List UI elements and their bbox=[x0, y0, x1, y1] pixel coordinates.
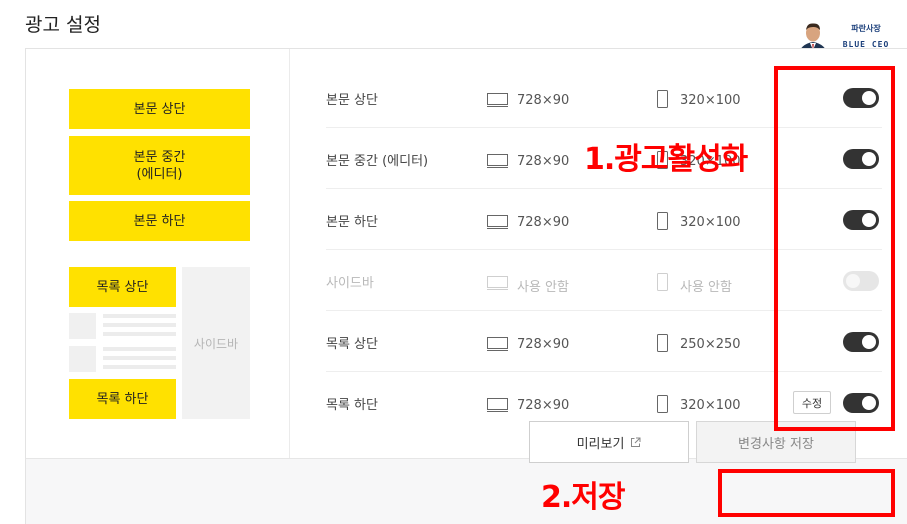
mobile-icon bbox=[657, 334, 668, 352]
mobile-icon bbox=[657, 395, 668, 413]
desktop-icon bbox=[487, 154, 508, 168]
mobile-icon bbox=[657, 90, 668, 108]
ad-placement-preview: 본문 상단 본문 중간 (에디터) 본문 하단 목록 상단 목록 하단 사이드바 bbox=[26, 49, 290, 458]
ad-row-name: 본문 중간 (에디터) bbox=[326, 154, 429, 169]
list-line bbox=[103, 365, 176, 369]
page-title: 광고 설정 bbox=[25, 14, 101, 36]
ad-row-name: 목록 상단 bbox=[326, 337, 378, 352]
desktop-icon bbox=[487, 93, 508, 107]
preview-body-middle[interactable]: 본문 중간 (에디터) bbox=[69, 136, 250, 195]
preview-button-label: 미리보기 bbox=[576, 436, 625, 452]
ad-row-name: 목록 하단 bbox=[326, 398, 378, 413]
annotation-highlight-toggles bbox=[774, 66, 895, 431]
list-line bbox=[103, 332, 176, 336]
external-link-icon bbox=[631, 437, 641, 447]
desktop-size: 728×90 bbox=[517, 337, 570, 352]
desktop-icon bbox=[487, 215, 508, 229]
preview-body-bottom[interactable]: 본문 하단 bbox=[69, 201, 250, 241]
list-line bbox=[103, 323, 176, 327]
mobile-icon bbox=[657, 212, 668, 230]
mobile-size: 320×100 bbox=[680, 215, 741, 230]
list-thumbnail bbox=[69, 346, 96, 372]
mobile-size: 320×100 bbox=[680, 93, 741, 108]
list-line bbox=[103, 314, 176, 318]
desktop-size: 사용 안함 bbox=[517, 280, 569, 295]
desktop-icon bbox=[487, 276, 508, 290]
desktop-size: 728×90 bbox=[517, 215, 570, 230]
annotation-highlight-save bbox=[718, 469, 895, 517]
desktop-size: 728×90 bbox=[517, 93, 570, 108]
preview-list-top[interactable]: 목록 상단 bbox=[69, 267, 176, 307]
annotation-step2: 2.저장 bbox=[541, 480, 625, 515]
mobile-size: 250×250 bbox=[680, 337, 741, 352]
list-thumbnail bbox=[69, 313, 96, 339]
ad-row-name: 본문 상단 bbox=[326, 93, 378, 108]
desktop-size: 728×90 bbox=[517, 154, 570, 169]
watermark-top-text: 파란사장 bbox=[851, 24, 881, 33]
preview-sidebar[interactable]: 사이드바 bbox=[182, 267, 250, 419]
list-line bbox=[103, 356, 176, 360]
preview-button[interactable]: 미리보기 bbox=[529, 421, 689, 463]
preview-body-top[interactable]: 본문 상단 bbox=[69, 89, 250, 129]
mobile-size: 사용 안함 bbox=[680, 280, 732, 295]
mobile-icon bbox=[657, 273, 668, 291]
mobile-size: 320×100 bbox=[680, 398, 741, 413]
desktop-icon bbox=[487, 398, 508, 412]
list-line bbox=[103, 347, 176, 351]
ad-row-name: 사이드바 bbox=[326, 276, 374, 291]
preview-list-bottom[interactable]: 목록 하단 bbox=[69, 379, 176, 419]
annotation-step1: 1.광고활성화 bbox=[584, 142, 748, 177]
ad-row-name: 본문 하단 bbox=[326, 215, 378, 230]
desktop-size: 728×90 bbox=[517, 398, 570, 413]
preview-body-middle-line1: 본문 중간 bbox=[133, 149, 186, 165]
desktop-icon bbox=[487, 337, 508, 351]
preview-body-middle-line2: (에디터) bbox=[136, 166, 183, 182]
